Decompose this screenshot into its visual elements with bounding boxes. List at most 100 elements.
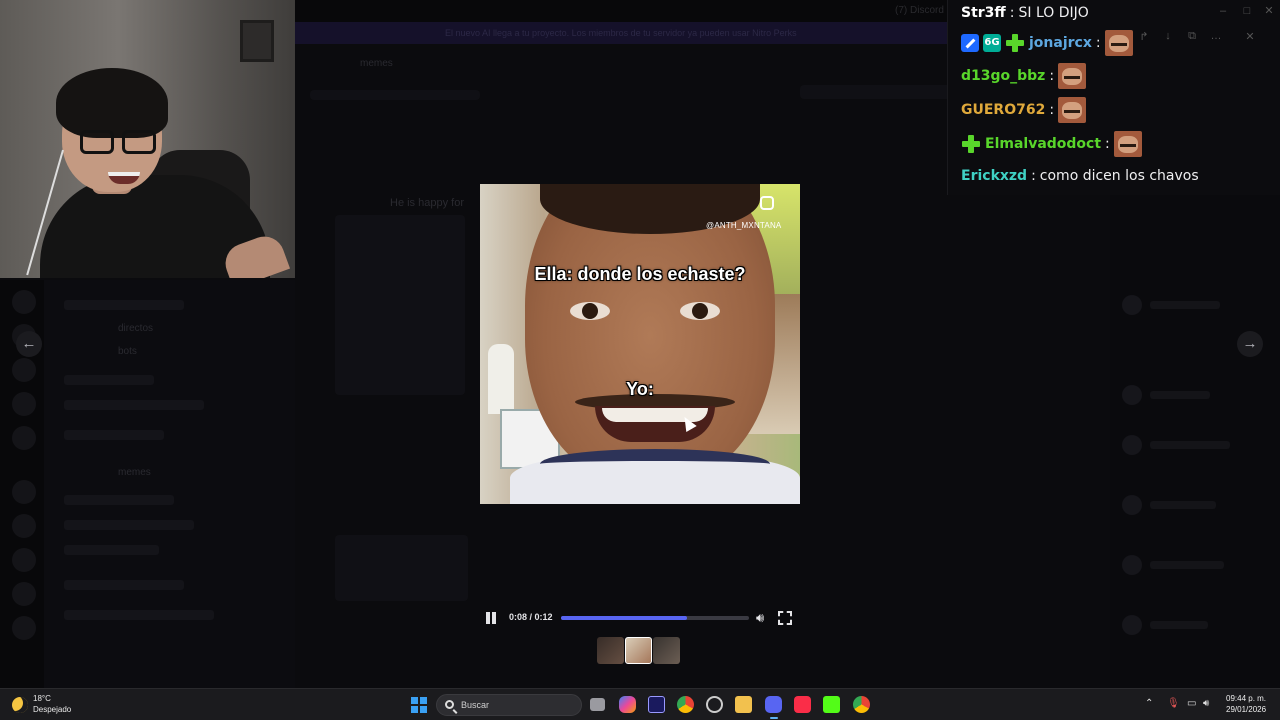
- video-progress-bar[interactable]: [561, 616, 749, 620]
- plus-badge-icon: [1005, 33, 1025, 53]
- weather-description[interactable]: Despejado: [33, 705, 71, 714]
- chrome-profile-icon[interactable]: [853, 696, 870, 713]
- background-banner: El nuevo AI llega a tu proyecto. Los mie…: [295, 22, 947, 44]
- apple-music-icon[interactable]: [794, 696, 811, 713]
- fullscreen-icon[interactable]: [778, 611, 792, 625]
- next-media-button[interactable]: →: [1237, 331, 1263, 357]
- channel-label: directos: [118, 323, 154, 334]
- emote-icon: [1104, 30, 1133, 56]
- member-name: [1150, 621, 1208, 629]
- task-view-icon[interactable]: [590, 698, 605, 711]
- server-icon: [12, 426, 36, 450]
- chrome-icon[interactable]: [677, 696, 694, 713]
- server-icon: [12, 548, 36, 572]
- close-viewer-icon[interactable]: ✕: [1242, 30, 1258, 46]
- media-thumbnail-strip: [597, 637, 681, 665]
- member-name: [1150, 501, 1216, 509]
- wall-picture-frame: [240, 20, 274, 62]
- chat-colon: :: [1095, 35, 1101, 51]
- chat-username[interactable]: jonajrcx: [1029, 35, 1092, 51]
- streamer-hair: [56, 68, 168, 138]
- channel-placeholder: [64, 520, 194, 530]
- member-avatar: [1122, 555, 1142, 575]
- chat-username[interactable]: Elmalvadodoct: [985, 136, 1101, 152]
- member-avatar: [1122, 615, 1142, 635]
- weather-moon-icon[interactable]: [12, 697, 28, 713]
- background-banner-text: El nuevo AI llega a tu proyecto. Los mie…: [445, 28, 797, 38]
- open-external-icon[interactable]: ⧉: [1184, 30, 1200, 46]
- channel-placeholder: [64, 580, 184, 590]
- emote-icon: [1058, 63, 1087, 89]
- premiere-pro-icon[interactable]: [648, 696, 665, 713]
- microphone-icon[interactable]: 🎙︎: [1167, 698, 1180, 709]
- weather-temperature[interactable]: 18°C: [33, 694, 51, 703]
- chat-username[interactable]: Erickxzd: [961, 168, 1027, 184]
- video-player[interactable]: @ANTH_MXNTANA Ella: donde los echaste? Y…: [480, 184, 800, 504]
- forward-icon[interactable]: ↱: [1136, 30, 1152, 46]
- taskbar-search[interactable]: Buscar: [436, 694, 582, 716]
- media-thumbnail[interactable]: [597, 637, 624, 664]
- windows-start-icon[interactable]: [411, 697, 427, 713]
- video-caption-top: Ella: donde los echaste?: [534, 264, 746, 284]
- media-thumbnail[interactable]: [653, 637, 680, 664]
- plus-badge-icon: [961, 134, 981, 154]
- bits-badge-icon: 6G: [983, 34, 1001, 52]
- video-caption-bottom: Yo:: [626, 379, 654, 399]
- chat-colon: :: [1049, 102, 1055, 118]
- network-icon[interactable]: ▭: [1187, 698, 1196, 709]
- background-channel-header: memes: [360, 58, 393, 69]
- background-message-bar: [310, 90, 480, 100]
- previous-media-button[interactable]: ←: [16, 331, 42, 357]
- channel-placeholder: [64, 400, 204, 410]
- background-channel-list: directos bots memes: [44, 280, 295, 688]
- member-avatar: [1122, 295, 1142, 315]
- app-badge-icon[interactable]: [706, 696, 723, 713]
- channel-placeholder: [64, 545, 159, 555]
- chat-username[interactable]: GUERO762: [961, 102, 1045, 118]
- chat-message: Erickxzd: como dicen los chavos: [961, 163, 1199, 189]
- search-placeholder: Buscar: [461, 700, 490, 710]
- member-avatar: [1122, 495, 1142, 515]
- background-message-text: He is happy for: [390, 197, 464, 209]
- video-time: 0:08 / 0:12: [509, 612, 553, 622]
- clock-date[interactable]: 29/01/2026: [1226, 705, 1266, 714]
- chat-message: Str3ff: SI LO DIJO: [961, 0, 1089, 26]
- instagram-icon: [760, 196, 774, 210]
- volume-icon[interactable]: 🔊︎: [756, 610, 772, 626]
- emote-icon: [1058, 97, 1087, 123]
- kick-icon[interactable]: [823, 696, 840, 713]
- close-icon[interactable]: ✕: [1262, 4, 1276, 18]
- video-progress-fill: [561, 616, 687, 620]
- pause-icon[interactable]: [485, 612, 497, 624]
- clock-time[interactable]: 09:44 p. m.: [1226, 694, 1266, 703]
- member-name: [1150, 561, 1224, 569]
- search-icon: [445, 700, 454, 709]
- minimize-icon[interactable]: –: [1216, 4, 1230, 18]
- download-icon[interactable]: ↓: [1160, 30, 1176, 46]
- copilot-icon[interactable]: [619, 696, 636, 713]
- server-icon: [12, 480, 36, 504]
- background-attachment: [335, 215, 465, 395]
- channel-label: bots: [118, 346, 137, 357]
- chat-message: 6G jonajrcx:: [961, 30, 1133, 56]
- chat-text: SI LO DIJO: [1018, 5, 1089, 21]
- video-collar: [540, 449, 770, 479]
- chat-colon: :: [1049, 68, 1055, 84]
- chat-username[interactable]: d13go_bbz: [961, 68, 1045, 84]
- emote-icon: [1113, 131, 1142, 157]
- server-icon: [12, 514, 36, 538]
- maximize-icon[interactable]: □: [1240, 4, 1254, 18]
- member-name: [1150, 441, 1230, 449]
- glasses-lens: [122, 130, 156, 154]
- channel-placeholder: [64, 300, 184, 310]
- more-options-icon[interactable]: …: [1208, 30, 1224, 46]
- volume-tray-icon[interactable]: 🔊︎: [1203, 698, 1209, 709]
- show-hidden-icons-icon[interactable]: ⌃: [1145, 698, 1153, 709]
- channel-placeholder: [64, 375, 154, 385]
- media-thumbnail-selected[interactable]: [625, 637, 652, 664]
- file-explorer-icon[interactable]: [735, 696, 752, 713]
- channel-placeholder: [64, 495, 174, 505]
- chat-username[interactable]: Str3ff: [961, 5, 1006, 21]
- discord-icon[interactable]: [765, 696, 782, 719]
- video-watermark: @ANTH_MXNTANA: [706, 221, 782, 230]
